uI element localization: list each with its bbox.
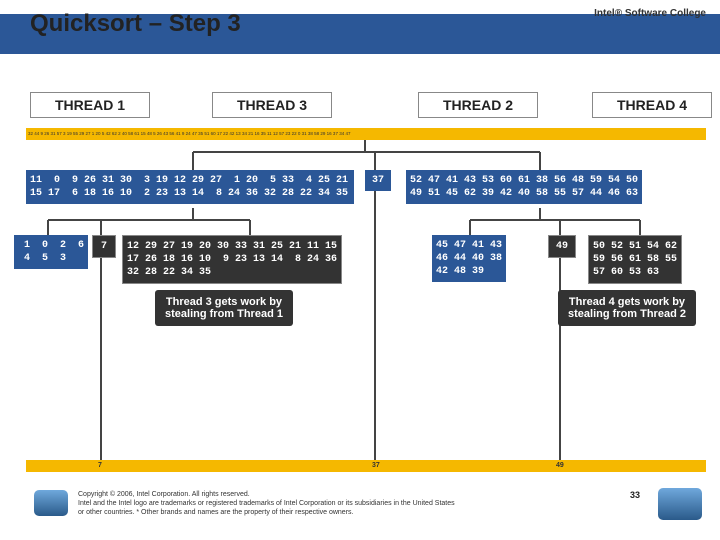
l2-rr-block: 50 52 51 54 6259 56 61 58 5557 60 53 63 xyxy=(588,235,682,284)
l1-right-block: 52 47 41 43 53 60 61 38 56 48 59 54 5049… xyxy=(406,170,642,204)
page-number: 33 xyxy=(630,490,640,500)
footer-line2: Intel and the Intel logo are trademarks … xyxy=(78,500,455,507)
l1-pivot: 37 xyxy=(365,170,391,191)
l2-lp: 7 xyxy=(92,235,116,258)
thread-3-label: THREAD 3 xyxy=(212,92,332,118)
footer-line3: or other countries. * Other brands and n… xyxy=(78,509,353,516)
page-title: Quicksort – Step 3 xyxy=(30,10,241,38)
header-brand: Intel® Software College xyxy=(594,8,706,19)
thread-2-label: THREAD 2 xyxy=(418,92,538,118)
l2-rp: 49 xyxy=(548,235,576,258)
callout-thread3: Thread 3 gets work bystealing from Threa… xyxy=(155,290,293,326)
l2-rl-block: 45 47 41 4346 44 40 3842 48 39 xyxy=(432,235,506,282)
bot-pivot-2: 37 xyxy=(372,462,380,469)
bot-pivot-3: 49 xyxy=(556,462,564,469)
result-bar: 7 37 49 xyxy=(26,460,706,472)
thread-4-label: THREAD 4 xyxy=(592,92,712,118)
footer-copyright: Copyright © 2006, Intel Corporation. All… xyxy=(78,490,578,517)
l1-left-block: 11 0 9 26 31 30 3 19 12 29 27 1 20 5 33 … xyxy=(26,170,354,204)
intel-logo-left xyxy=(34,490,68,516)
thread-1-label: THREAD 1 xyxy=(30,92,150,118)
full-array-bar: 32 44 9 26 31 57 3 19 55 29 27 1 20 5 42… xyxy=(26,128,706,140)
footer-line1: Copyright © 2006, Intel Corporation. All… xyxy=(78,491,250,498)
l2-ll-block: 1 0 2 6 4 5 3 xyxy=(14,235,88,269)
callout-thread4: Thread 4 gets work bystealing from Threa… xyxy=(558,290,696,326)
intel-logo-right xyxy=(658,488,702,520)
l2-lr-block: 12 29 27 19 20 30 33 31 25 21 11 1517 26… xyxy=(122,235,342,284)
bot-pivot-1: 7 xyxy=(98,462,102,469)
